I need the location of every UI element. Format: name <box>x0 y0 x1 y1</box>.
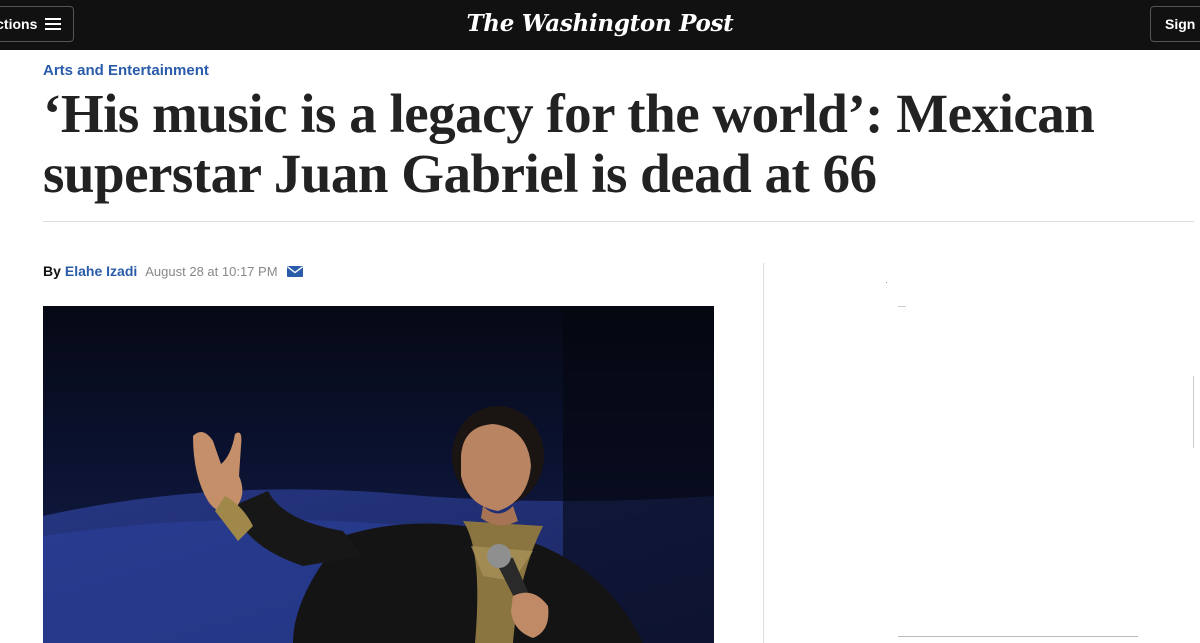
article-headline: ‘His music is a legacy for the world’: M… <box>43 83 1095 204</box>
headline-divider <box>43 221 1194 222</box>
byline: By Elahe Izadi August 28 at 10:17 PM <box>43 263 303 279</box>
section-kicker-link[interactable]: Arts and Entertainment <box>43 62 209 79</box>
publish-date: August 28 at 10:17 PM <box>145 263 278 279</box>
right-rail-rule <box>898 636 1138 637</box>
right-rail-divider <box>763 263 764 643</box>
top-nav-bar: Sections The Washington Post Sign In <box>0 0 1200 50</box>
singer-on-stage-image <box>43 306 714 643</box>
right-rail-marker <box>898 306 906 307</box>
site-logo[interactable]: The Washington Post <box>0 10 1200 37</box>
author-link[interactable]: Elahe Izadi <box>65 263 137 279</box>
right-rail-edge <box>1193 376 1194 448</box>
byline-prefix: By <box>43 263 61 279</box>
lead-photo <box>43 306 714 643</box>
right-rail-marker <box>886 282 887 283</box>
mail-icon[interactable] <box>286 265 303 277</box>
sign-in-button[interactable]: Sign In <box>1150 6 1200 42</box>
